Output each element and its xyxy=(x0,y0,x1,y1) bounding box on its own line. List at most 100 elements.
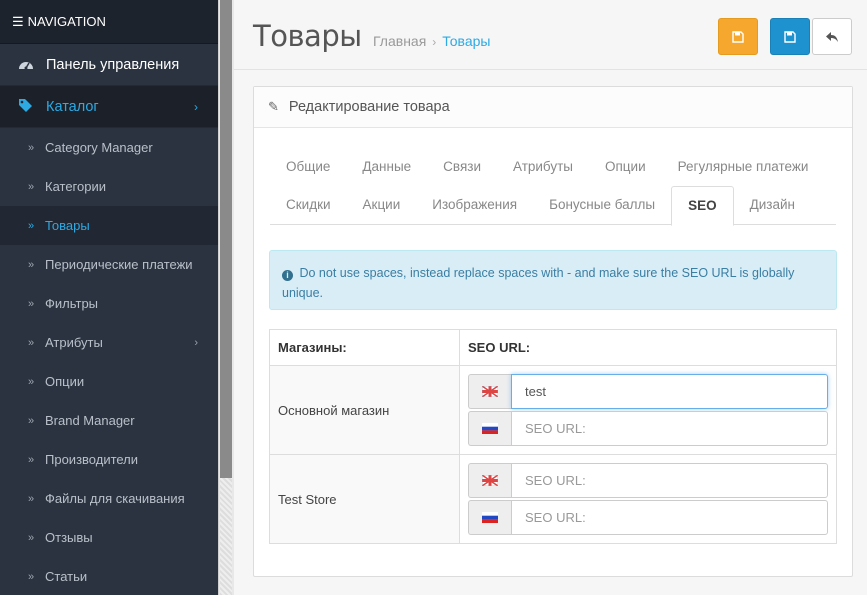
tab-recurring[interactable]: Регулярные платежи xyxy=(662,148,825,187)
tabs-row-1: Общие Данные Связи Атрибуты Опции Регуля… xyxy=(270,148,824,187)
sidebar-item-downloads[interactable]: » Файлы для скачивания xyxy=(0,479,218,518)
sidebar: ☰ NAVIGATION Панель управления Каталог › … xyxy=(0,0,218,595)
main-content: Товары Главная › Товары ✎ Редактирование т… xyxy=(234,0,867,595)
flag-gb-icon xyxy=(468,374,511,409)
pencil-icon: ✎ xyxy=(268,99,279,114)
sidebar-item-dashboard[interactable]: Панель управления xyxy=(0,44,218,86)
save-copy-button[interactable] xyxy=(718,18,758,55)
sidebar-item-label: Фильтры xyxy=(45,296,99,311)
tabs-row-2: Скидки Акции Изображения Бонусные баллы … xyxy=(270,186,836,226)
sidebar-item-manufacturers[interactable]: » Производители xyxy=(0,440,218,479)
breadcrumb: Главная › Товары xyxy=(373,33,490,49)
double-chevron-icon: » xyxy=(28,141,35,154)
table-header-row: Магазины: SEO URL: xyxy=(269,329,837,366)
double-chevron-icon: » xyxy=(28,375,35,388)
seo-url-input-group xyxy=(468,500,828,535)
tab-special[interactable]: Акции xyxy=(347,186,417,225)
table-row: Test Store xyxy=(269,454,837,544)
catalog-submenu: » Category Manager » Категории » Товары » Пе… xyxy=(0,128,218,595)
double-chevron-icon: » xyxy=(28,297,35,310)
seo-url-input-group xyxy=(468,374,828,409)
seo-url-cell xyxy=(459,365,837,455)
menu-icon: ☰ xyxy=(12,14,24,29)
tab-reward-points[interactable]: Бонусные баллы xyxy=(533,186,671,225)
table-row: Основной магазин xyxy=(269,365,837,455)
page-header: Товары Главная › Товары xyxy=(234,0,867,70)
column-header-stores: Магазины: xyxy=(269,329,460,366)
sidebar-item-categories[interactable]: » Категории xyxy=(0,167,218,206)
tab-data[interactable]: Данные xyxy=(346,148,427,187)
info-alert: i Do not use spaces, instead replace spa… xyxy=(269,250,837,310)
sidebar-item-category-manager[interactable]: » Category Manager xyxy=(0,128,218,167)
tab-attributes[interactable]: Атрибуты xyxy=(497,148,589,187)
page-title: Товары xyxy=(253,19,362,53)
info-circle-icon: i xyxy=(282,270,293,281)
double-chevron-icon: » xyxy=(28,219,35,232)
flag-gb-icon xyxy=(468,463,511,498)
seo-table: Магазины: SEO URL: Основной магазин test… xyxy=(269,329,837,544)
tab-design[interactable]: Дизайн xyxy=(734,186,811,225)
double-chevron-icon: » xyxy=(28,336,35,349)
back-button[interactable] xyxy=(812,18,852,55)
seo-url-input[interactable] xyxy=(511,411,828,446)
double-chevron-icon: » xyxy=(28,570,35,583)
sidebar-item-label: Панель управления xyxy=(46,56,180,73)
sidebar-item-label: Статьи xyxy=(45,569,88,584)
floppy-disk-icon xyxy=(784,30,796,43)
sidebar-item-recurring[interactable]: » Периодические платежи xyxy=(0,245,218,284)
sidebar-item-products[interactable]: » Товары xyxy=(0,206,218,245)
double-chevron-icon: » xyxy=(28,453,35,466)
tab-seo[interactable]: SEO xyxy=(671,186,734,226)
store-name: Test Store xyxy=(269,454,460,544)
sidebar-item-label: Опции xyxy=(45,374,85,389)
chevron-right-icon: › xyxy=(194,99,198,114)
seo-url-input[interactable] xyxy=(511,374,828,409)
tab-general[interactable]: Общие xyxy=(270,148,346,187)
alert-text: Do not use spaces, instead replace space… xyxy=(282,266,795,300)
navigation-header[interactable]: ☰ NAVIGATION xyxy=(0,0,218,44)
double-chevron-icon: » xyxy=(28,258,35,271)
flag-ru-icon xyxy=(468,411,511,446)
breadcrumb-home-link[interactable]: Главная xyxy=(373,33,426,49)
sidebar-item-label: Производители xyxy=(45,452,139,467)
tab-images[interactable]: Изображения xyxy=(416,186,533,225)
tab-links[interactable]: Связи xyxy=(427,148,497,187)
double-chevron-icon: » xyxy=(28,531,35,544)
breadcrumb-current-link[interactable]: Товары xyxy=(442,33,490,49)
edit-product-panel: ✎ Редактирование товара Общие Данные Свя… xyxy=(253,86,853,577)
store-name: Основной магазин xyxy=(269,365,460,455)
sidebar-item-attributes[interactable]: » Атрибуты › xyxy=(0,323,218,362)
sidebar-item-label: Атрибуты xyxy=(45,335,103,350)
column-header-seo-url: SEO URL: xyxy=(459,329,837,366)
flag-ru-icon xyxy=(468,500,511,535)
sidebar-item-filters[interactable]: » Фильтры xyxy=(0,284,218,323)
seo-url-cell xyxy=(459,454,837,544)
sidebar-scrollbar-thumb[interactable] xyxy=(220,0,232,478)
sidebar-item-brand-manager[interactable]: » Brand Manager xyxy=(0,401,218,440)
panel-heading: ✎ Редактирование товара xyxy=(254,87,852,128)
double-chevron-icon: » xyxy=(28,492,35,505)
tab-options[interactable]: Опции xyxy=(589,148,662,187)
sidebar-item-reviews[interactable]: » Отзывы xyxy=(0,518,218,557)
sidebar-item-options[interactable]: » Опции xyxy=(0,362,218,401)
sidebar-item-label: Товары xyxy=(45,218,90,233)
sidebar-item-label: Category Manager xyxy=(45,140,153,155)
seo-url-input[interactable] xyxy=(511,500,828,535)
tag-icon xyxy=(18,98,38,115)
chevron-right-icon: › xyxy=(194,336,198,349)
seo-url-input-group xyxy=(468,411,828,446)
breadcrumb-separator-icon: › xyxy=(432,35,437,49)
sidebar-scrollbar-empty xyxy=(220,478,232,595)
seo-url-input[interactable] xyxy=(511,463,828,498)
sidebar-item-catalog[interactable]: Каталог › xyxy=(0,86,218,128)
dashboard-icon xyxy=(18,57,38,73)
navigation-label: NAVIGATION xyxy=(27,14,106,29)
sidebar-item-label: Файлы для скачивания xyxy=(45,491,185,506)
sidebar-item-label: Отзывы xyxy=(45,530,93,545)
sidebar-item-label: Категории xyxy=(45,179,106,194)
sidebar-item-articles[interactable]: » Статьи xyxy=(0,557,218,595)
panel-heading-title: Редактирование товара xyxy=(288,99,450,115)
save-button[interactable] xyxy=(770,18,810,55)
seo-url-input-group xyxy=(468,463,828,498)
tab-discount[interactable]: Скидки xyxy=(270,186,347,225)
